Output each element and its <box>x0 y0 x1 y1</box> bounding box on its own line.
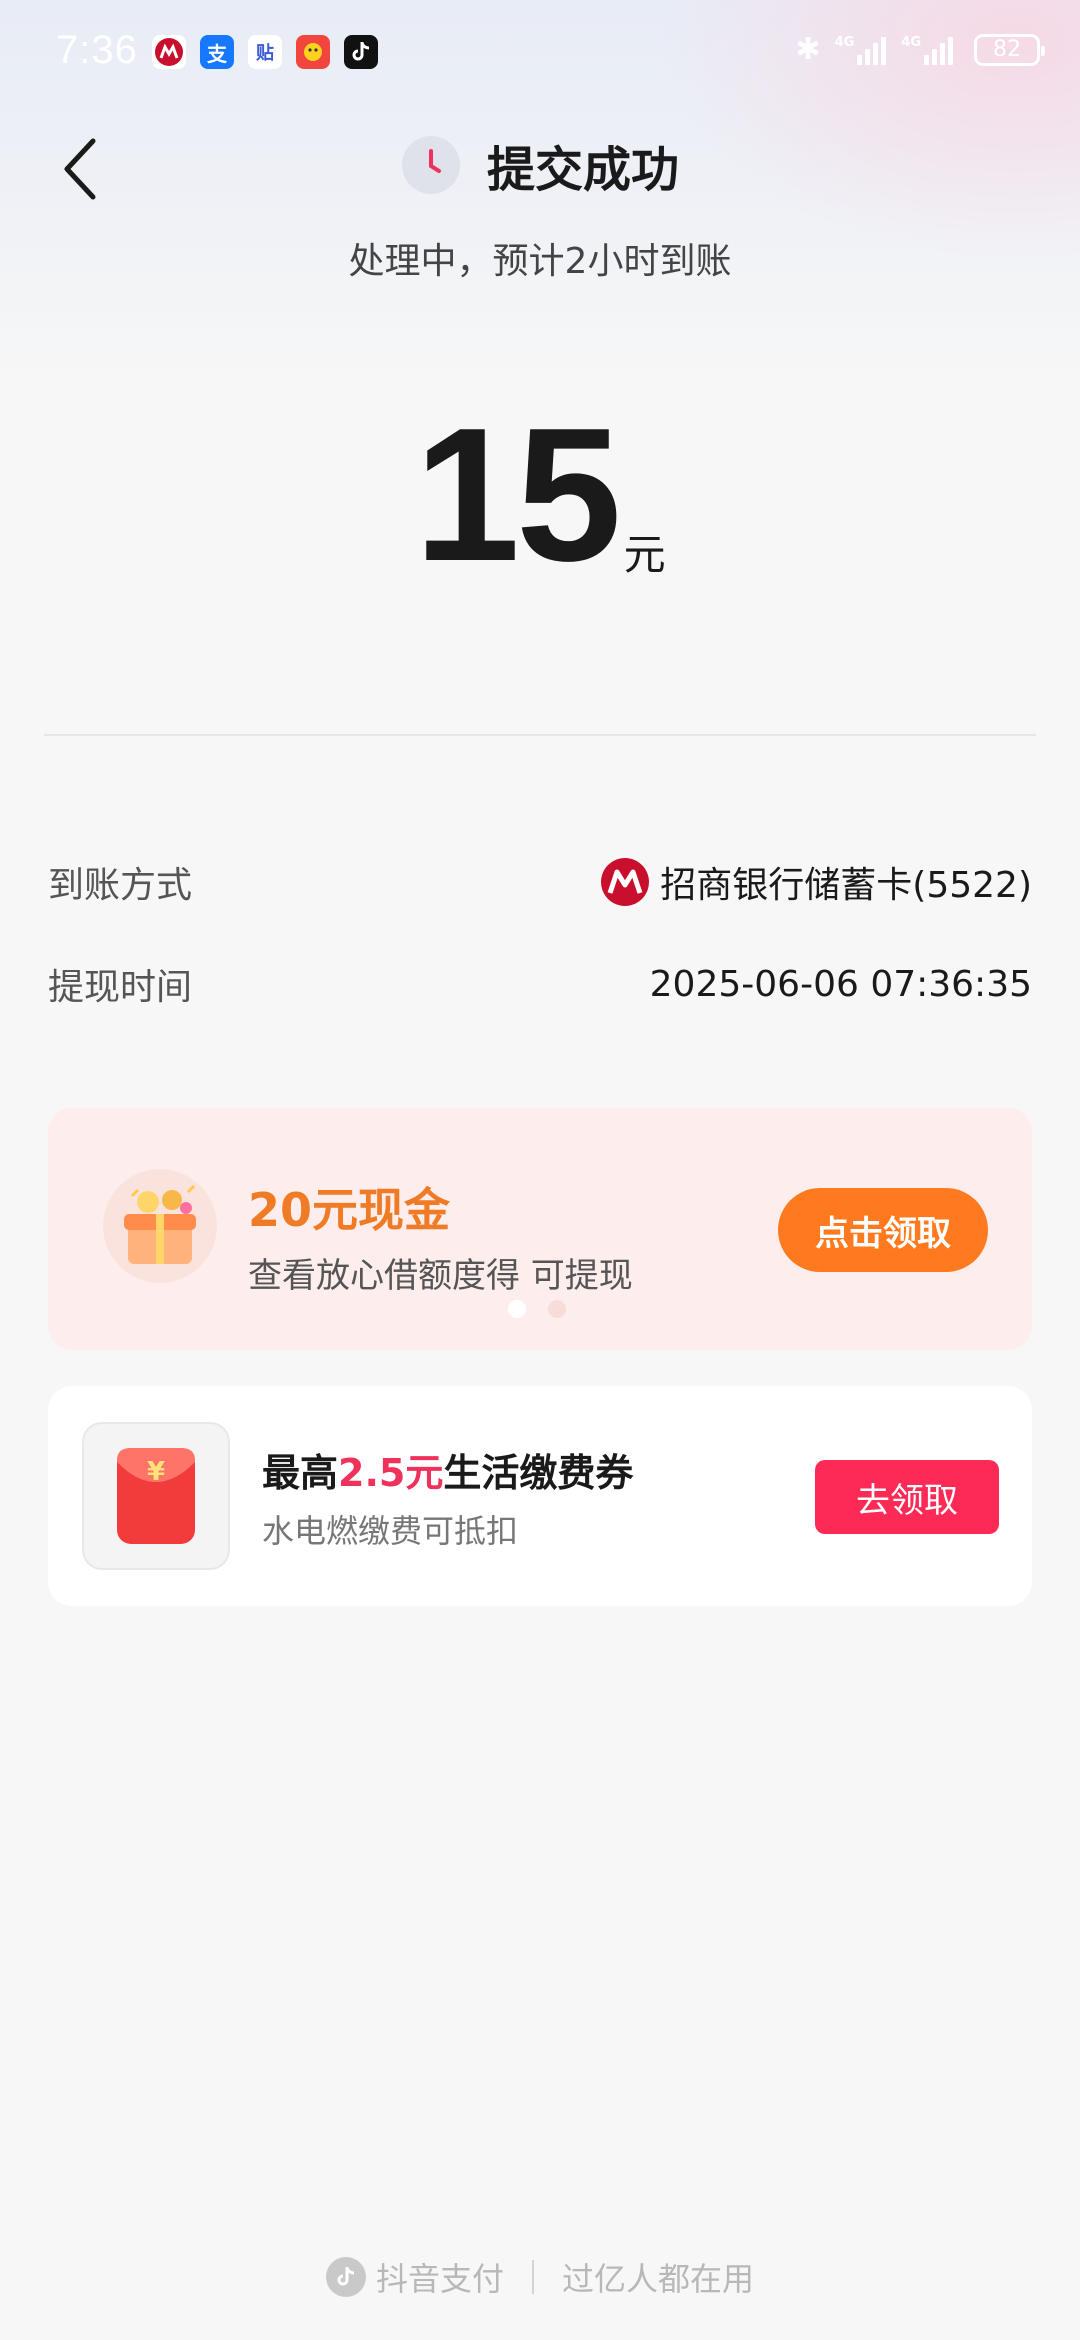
cmb-icon <box>152 35 186 69</box>
footer-separator <box>532 2260 534 2294</box>
footer: 抖音支付 过亿人都在用 <box>0 2254 1080 2300</box>
method-label: 到账方式 <box>48 865 193 906</box>
game-icon <box>296 35 330 69</box>
signal-icon-2: 4G <box>901 35 956 65</box>
douyin-pay-icon <box>325 2257 366 2297</box>
time-label: 提现时间 <box>48 967 193 1008</box>
gift-box-icon <box>103 1169 217 1283</box>
system-status: ✱ 4G 4G 82 <box>795 32 1045 67</box>
network-type-2: 4G <box>901 34 921 50</box>
coupon-image: ¥ <box>82 1422 230 1570</box>
clock-icon <box>401 136 460 194</box>
amount-display: 15 元 <box>0 400 1080 590</box>
amount-value: 15 <box>414 389 621 601</box>
battery-icon: 82 <box>974 33 1045 66</box>
coupon-description: 水电燃缴费可抵扣 <box>262 1512 519 1550</box>
status-time: 7:36 <box>56 28 138 72</box>
carousel-dot-active[interactable] <box>508 1300 526 1318</box>
battery-level: 82 <box>993 37 1021 62</box>
carousel-dot[interactable] <box>548 1300 566 1318</box>
info-row-time: 提现时间 2025-06-06 07:36:35 <box>48 954 1032 1014</box>
envelope-symbol: ¥ <box>147 1457 165 1487</box>
promo-description: 查看放心借额度得 可提现 <box>248 1256 633 1296</box>
method-value-wrap: 招商银行储蓄卡(5522) <box>600 856 1032 908</box>
footer-brand: 抖音支付 <box>375 2260 504 2298</box>
bluetooth-icon: ✱ <box>795 32 821 67</box>
page-title: 提交成功 <box>486 142 679 198</box>
header: 提交成功 <box>0 130 1080 200</box>
method-value: 招商银行储蓄卡(5522) <box>660 865 1032 906</box>
promo-card[interactable]: 20元现金 查看放心借额度得 可提现 点击领取 <box>48 1108 1032 1350</box>
time-value: 2025-06-06 07:36:35 <box>649 963 1032 1005</box>
coupon-title-suffix: 生活缴费券 <box>443 1451 634 1495</box>
alipay-icon: 支 <box>200 35 234 69</box>
coupon-title-amount: 2.5元 <box>338 1451 444 1495</box>
network-type-1: 4G <box>834 34 855 50</box>
coupon-card[interactable]: ¥ 最高2.5元生活缴费券 水电燃缴费可抵扣 去领取 <box>48 1386 1032 1606</box>
notification-icons: 支 贴 <box>152 35 392 69</box>
coupon-title-prefix: 最高 <box>262 1451 339 1495</box>
info-row-method: 到账方式 招商银行储蓄卡(5522) <box>48 852 1032 912</box>
tieba-icon: 贴 <box>248 35 282 69</box>
status-bar: 7:36 支 贴 ✱ 4G 4G 82 <box>0 0 1080 110</box>
signal-icon-1: 4G <box>835 35 890 65</box>
claim-cash-button[interactable]: 点击领取 <box>778 1188 988 1272</box>
red-envelope-icon: ¥ <box>117 1448 195 1544</box>
claim-coupon-button[interactable]: 去领取 <box>815 1460 999 1534</box>
coupon-title: 最高2.5元生活缴费券 <box>262 1442 633 1497</box>
divider <box>44 734 1036 736</box>
promo-title: 20元现金 <box>248 1183 451 1237</box>
carousel-dots <box>508 1300 588 1318</box>
status-subtitle: 处理中，预计2小时到账 <box>348 241 732 282</box>
cmb-bank-logo-icon <box>601 858 650 906</box>
douyin-icon <box>344 35 378 69</box>
amount-unit: 元 <box>623 530 666 579</box>
footer-slogan: 过亿人都在用 <box>562 2260 755 2298</box>
